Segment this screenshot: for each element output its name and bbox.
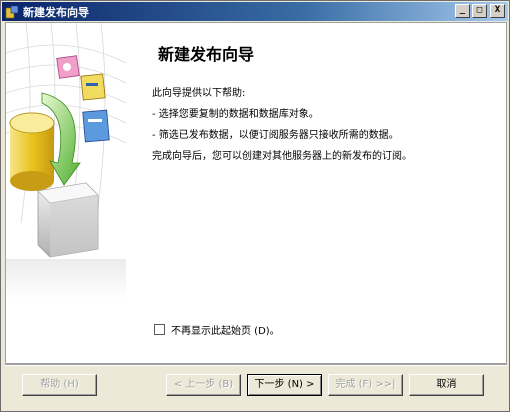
dont-show-checkbox-label[interactable]: 不再显示此起始页 (D)。: [171, 322, 280, 337]
footer-separator: [5, 364, 507, 366]
cancel-button[interactable]: 取消: [409, 374, 484, 396]
back-button[interactable]: < 上一步 (B): [166, 374, 241, 396]
title-bar[interactable]: 新建发布向导 _ □ X: [2, 2, 508, 21]
help-button[interactable]: 帮助 (H): [22, 374, 97, 396]
page-heading: 新建发布向导: [158, 45, 255, 64]
maximize-button[interactable]: □: [472, 4, 487, 18]
close-button[interactable]: X: [490, 4, 505, 18]
bullet-select-objects: - 选择您要复制的数据和数据库对象。: [152, 109, 319, 120]
wizard-description: 此向导提供以下帮助: - 选择您要复制的数据和数据库对象。 - 筛选已发布数据，…: [152, 85, 497, 166]
bullet-filter-data: - 筛选已发布数据，以便订阅服务器只接收所需的数据。: [152, 130, 399, 141]
wizard-side-illustration: [6, 23, 127, 363]
wizard-window: 新建发布向导 _ □ X 新建发布向导 此向导提供以下帮助: - 选择您要复制的…: [0, 0, 510, 412]
dont-show-checkbox[interactable]: [154, 324, 165, 335]
intro-text: 此向导提供以下帮助:: [152, 88, 246, 99]
wizard-app-icon: [5, 5, 19, 19]
outro-text: 完成向导后，您可以创建对其他服务器上的新发布的订阅。: [152, 151, 412, 162]
next-button[interactable]: 下一步 (N) >: [247, 374, 322, 396]
finish-button[interactable]: 完成 (F) >>|: [328, 374, 403, 396]
wizard-content: 新建发布向导 此向导提供以下帮助: - 选择您要复制的数据和数据库对象。 - 筛…: [5, 22, 507, 364]
minimize-button[interactable]: _: [455, 4, 470, 18]
window-title: 新建发布向导: [23, 5, 89, 19]
dont-show-start-page-option[interactable]: 不再显示此起始页 (D)。: [154, 322, 280, 337]
